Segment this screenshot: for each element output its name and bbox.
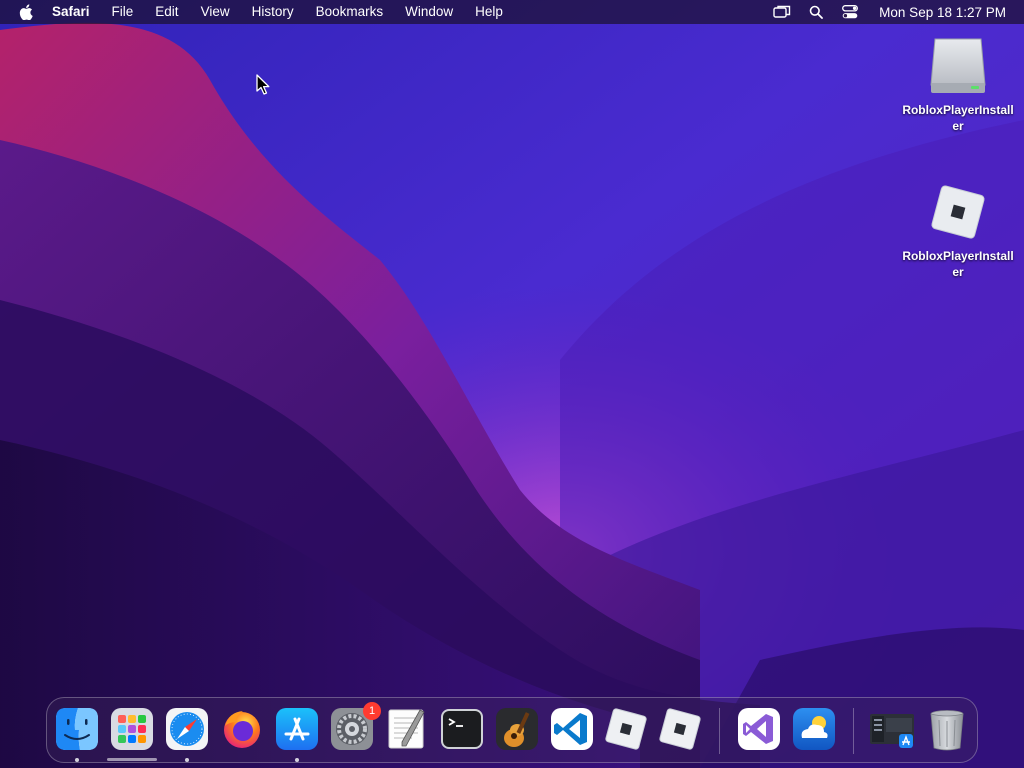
visual-studio-icon xyxy=(738,708,780,750)
screen-mirroring-icon[interactable] xyxy=(771,3,793,21)
dock-app-textedit[interactable] xyxy=(384,706,430,752)
launchpad-indicator xyxy=(107,758,157,761)
vscode-icon xyxy=(551,708,593,750)
dock-separator xyxy=(853,708,854,754)
dock-app-vscode[interactable] xyxy=(549,706,595,752)
downloads-stack-icon xyxy=(870,714,914,748)
dock-app-system-preferences[interactable]: 1 xyxy=(329,702,381,752)
roblox-studio-icon xyxy=(659,708,701,750)
menu-file[interactable]: File xyxy=(101,0,145,24)
menu-bookmarks[interactable]: Bookmarks xyxy=(305,0,395,24)
menu-window[interactable]: Window xyxy=(394,0,464,24)
trash-icon xyxy=(930,710,964,751)
running-indicator xyxy=(185,758,189,762)
menu-history[interactable]: History xyxy=(241,0,305,24)
app-store-icon xyxy=(276,708,318,750)
running-indicator xyxy=(295,758,299,762)
dock-app-downloads[interactable] xyxy=(869,706,915,752)
dock-app-app-store[interactable] xyxy=(274,706,320,752)
dock-app-trash[interactable] xyxy=(924,706,970,752)
launchpad-icon xyxy=(111,708,153,750)
dock: 1 xyxy=(46,697,978,763)
menu-view[interactable]: View xyxy=(190,0,241,24)
textedit-icon xyxy=(388,709,425,749)
desktop-icon-label: RobloxPlayerInstaller xyxy=(902,249,1014,279)
finder-icon xyxy=(56,708,98,750)
weather-icon xyxy=(793,708,835,750)
menu-bar: Safari File Edit View History Bookmarks … xyxy=(0,0,1024,24)
control-center-icon[interactable] xyxy=(839,3,861,21)
menu-bar-status-area: Mon Sep 18 1:27 PM xyxy=(765,0,1024,24)
apple-menu-icon[interactable] xyxy=(16,2,36,22)
garageband-icon xyxy=(496,708,538,750)
dock-app-roblox[interactable] xyxy=(603,706,649,752)
menu-app-name[interactable]: Safari xyxy=(46,0,101,24)
roblox-icon xyxy=(605,708,647,750)
dock-app-weather[interactable] xyxy=(791,706,837,752)
disk-image-icon xyxy=(926,34,990,98)
running-indicator xyxy=(75,758,79,762)
roblox-icon xyxy=(926,180,990,244)
dock-app-launchpad[interactable] xyxy=(109,706,155,752)
menu-help[interactable]: Help xyxy=(464,0,514,24)
mouse-cursor-icon xyxy=(256,74,270,95)
notification-badge: 1 xyxy=(363,702,381,720)
dock-app-visual-studio[interactable] xyxy=(736,706,782,752)
menu-bar-clock[interactable]: Mon Sep 18 1:27 PM xyxy=(879,5,1006,20)
dock-app-safari[interactable] xyxy=(164,706,210,752)
dock-app-roblox-studio[interactable] xyxy=(657,706,703,752)
dock-app-firefox[interactable] xyxy=(219,706,265,752)
dock-separator xyxy=(719,708,720,754)
dock-app-terminal[interactable] xyxy=(439,706,485,752)
desktop-icon-label: RobloxPlayerInstaller xyxy=(902,103,1014,133)
terminal-icon xyxy=(441,709,483,749)
menu-edit[interactable]: Edit xyxy=(144,0,189,24)
search-icon[interactable] xyxy=(805,3,827,21)
desktop-wallpaper xyxy=(0,0,1024,768)
firefox-icon xyxy=(224,711,260,748)
dock-app-finder[interactable] xyxy=(54,706,100,752)
desktop-icon-roblox-installer-dmg[interactable]: RobloxPlayerInstaller xyxy=(898,34,1018,134)
desktop-icon-roblox-installer-app[interactable]: RobloxPlayerInstaller xyxy=(898,180,1018,280)
dock-app-garageband[interactable] xyxy=(494,706,540,752)
safari-icon xyxy=(166,708,208,750)
